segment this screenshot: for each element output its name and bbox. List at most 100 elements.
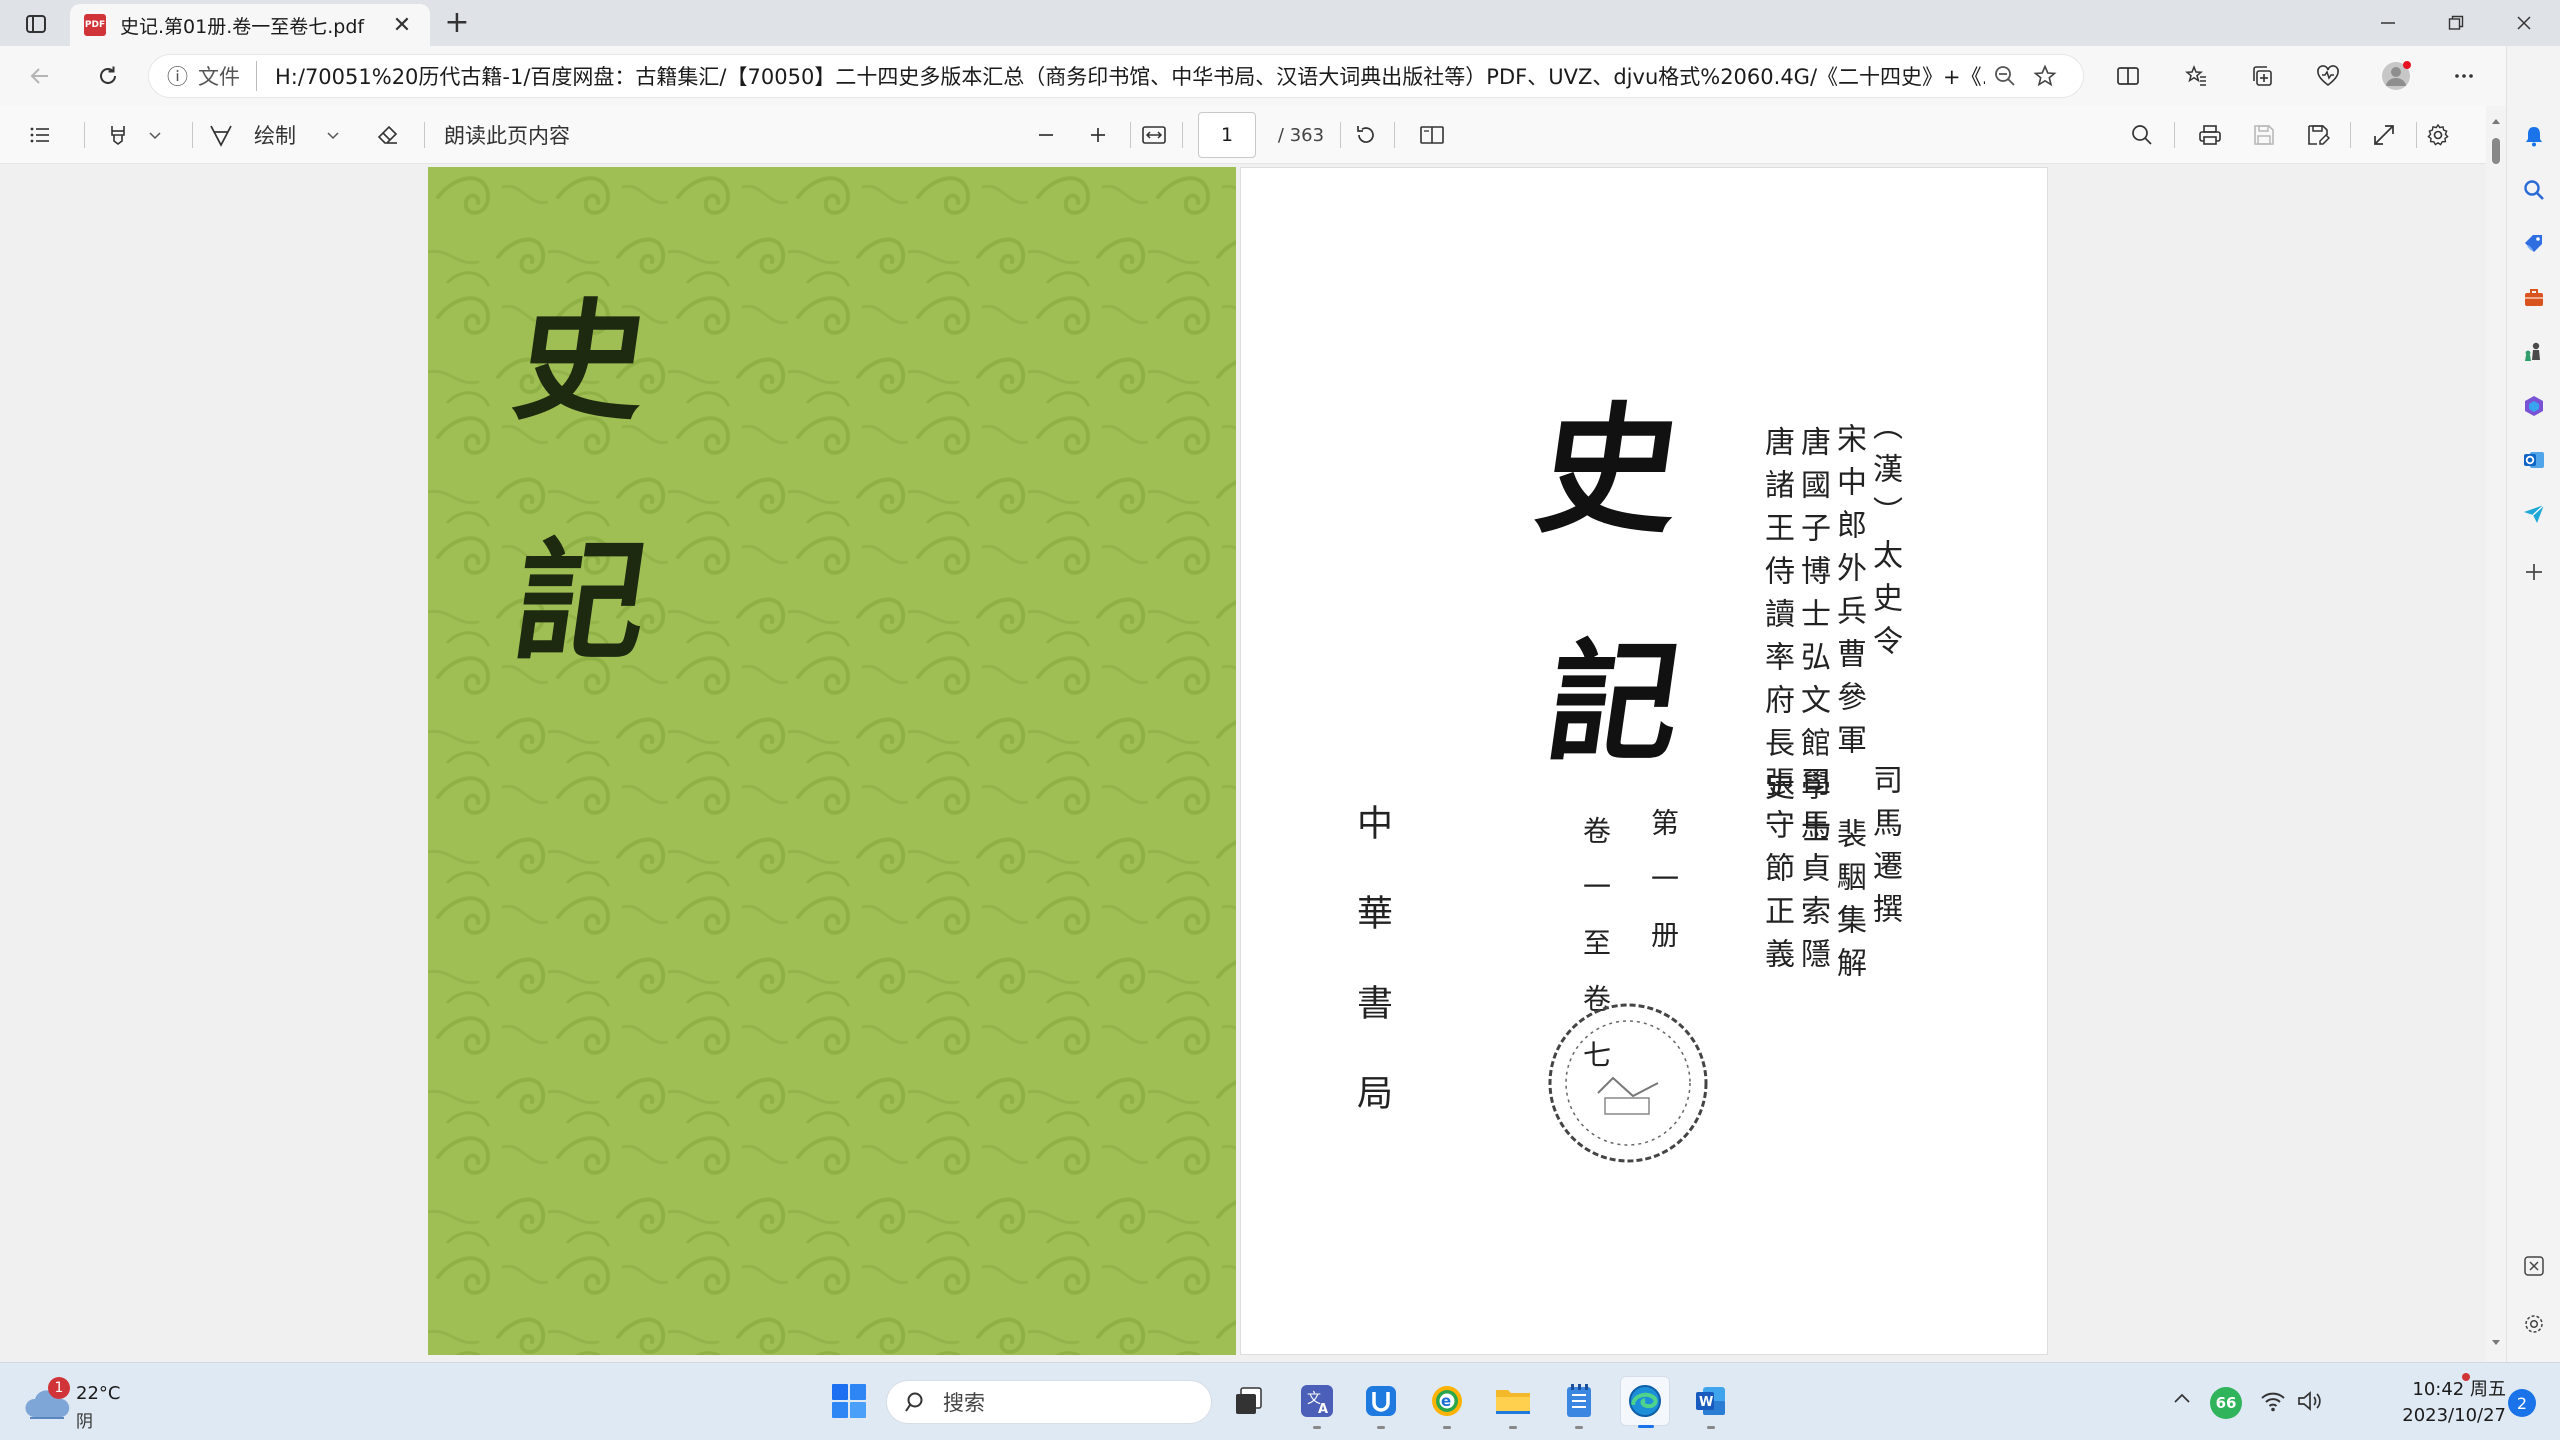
tab-actions-button[interactable] (14, 8, 58, 40)
translator-app-icon: 文A (1301, 1385, 1333, 1417)
send-to-devices-icon[interactable] (2518, 498, 2550, 530)
navigation-bar: ⓘ 文件 H:/70051%20历代古籍-1/百度网盘：古籍集汇/【70050】… (0, 46, 2560, 106)
volume-number: 第一册 (1647, 808, 1680, 976)
rotate-icon[interactable] (1346, 115, 1386, 155)
browser-e-app-icon: e (1432, 1386, 1462, 1416)
games-chess-icon[interactable] (2518, 336, 2550, 368)
taskbar-app-blue-shield[interactable] (1356, 1376, 1406, 1429)
restore-button[interactable] (2422, 0, 2490, 46)
vertical-scrollbar[interactable] (2486, 106, 2506, 1362)
tab-title: 史记.第01册.卷一至卷七.pdf (120, 15, 365, 38)
zoom-out-icon[interactable] (1985, 56, 2025, 96)
title-char-2: 記 (1538, 626, 1691, 779)
weather-widget[interactable]: 1 22°C 阴 (24, 1377, 184, 1432)
search-placeholder: 搜索 (943, 1391, 985, 1415)
title-char-1: 史 (1527, 389, 1691, 553)
split-screen-icon[interactable] (2108, 56, 2148, 96)
notifications-bell-icon[interactable] (2518, 120, 2550, 152)
weather-desc: 阴 (76, 1412, 93, 1432)
pdf-file-icon: PDF (84, 14, 106, 36)
address-url[interactable]: H:/70051%20历代古籍-1/百度网盘：古籍集汇/【70050】二十四史多… (275, 61, 1985, 91)
clock-time: 10:42 周五 (2412, 1379, 2506, 1400)
running-indicator (1377, 1426, 1385, 1429)
fit-width-icon[interactable] (1134, 115, 1174, 155)
taskbar-app-translator[interactable]: 文A (1292, 1376, 1342, 1429)
show-hidden-icons-chevron-icon[interactable] (2172, 1389, 2198, 1415)
task-view-button[interactable] (1224, 1376, 1274, 1426)
close-tab-icon[interactable]: ✕ (388, 13, 416, 38)
browser-essentials-icon[interactable] (2308, 56, 2348, 96)
taskbar-app-edge[interactable] (1620, 1376, 1670, 1428)
favorites-icon[interactable] (2176, 56, 2216, 96)
pdf-viewer[interactable]: 史 記 史 記 （漢）太史令 司馬遷撰 宋中郎外兵曹參軍 裴駰集解 唐國子博士弘… (0, 164, 2486, 1362)
task-view-icon (1236, 1387, 1262, 1414)
windows-taskbar: 1 22°C 阴 搜索 文A e W 66 10:42 周五 2023/10/2… (0, 1362, 2560, 1440)
highlight-icon[interactable] (98, 115, 138, 155)
toolbar-divider (2416, 122, 2417, 148)
fullscreen-icon[interactable] (2364, 115, 2404, 155)
close-window-button[interactable] (2490, 0, 2558, 46)
zoom-out-button[interactable] (1026, 115, 1066, 155)
back-button[interactable] (20, 56, 60, 96)
toolbar-divider (424, 122, 425, 148)
start-button[interactable] (824, 1376, 874, 1426)
highlight-dropdown-chevron-icon[interactable] (140, 115, 170, 155)
page-number-input[interactable]: 1 (1198, 112, 1256, 158)
sidebar-search-icon[interactable] (2518, 174, 2550, 206)
wifi-icon[interactable] (2260, 1389, 2286, 1413)
edge-browser-icon (1629, 1385, 1661, 1417)
address-bar[interactable]: ⓘ 文件 H:/70051%20历代古籍-1/百度网盘：古籍集汇/【70050】… (148, 54, 2084, 98)
notification-center-badge[interactable]: 2 (2508, 1389, 2536, 1417)
clock[interactable]: 10:42 周五 2023/10/27 (2356, 1375, 2506, 1426)
collections-icon[interactable] (2242, 56, 2282, 96)
security-badge[interactable]: 66 (2210, 1387, 2242, 1419)
draw-dropdown-chevron-icon[interactable] (318, 115, 348, 155)
taskbar-search-box[interactable]: 搜索 (886, 1380, 1212, 1424)
shopping-tag-icon[interactable] (2518, 228, 2550, 260)
profile-avatar[interactable] (2376, 56, 2416, 96)
save-icon[interactable] (2244, 115, 2284, 155)
plus-icon (1091, 128, 1105, 142)
more-menu-icon[interactable] (2444, 56, 2484, 96)
refresh-button[interactable] (88, 56, 128, 96)
zoom-in-button[interactable] (1078, 115, 1118, 155)
pdf-toolbar: 绘制 朗读此页内容 1 / 363 (0, 106, 2486, 164)
page-view-icon[interactable] (1412, 115, 1452, 155)
browser-tab[interactable]: PDF 史记.第01册.卷一至卷七.pdf ✕ (70, 4, 430, 46)
volume-icon[interactable] (2296, 1389, 2324, 1413)
scrollbar-thumb[interactable] (2492, 138, 2500, 164)
hide-sidebar-icon[interactable] (2518, 1250, 2550, 1282)
weather-temp: 22°C (76, 1383, 121, 1404)
outlook-icon[interactable] (2518, 444, 2550, 476)
toolbar-divider (1182, 122, 1183, 148)
find-icon[interactable] (2122, 115, 2162, 155)
scroll-down-icon[interactable] (2491, 1338, 2501, 1348)
print-icon[interactable] (2190, 115, 2230, 155)
refresh-icon (100, 66, 116, 84)
microsoft-365-icon[interactable] (2518, 390, 2550, 422)
sidebar-settings-gear-icon[interactable] (2518, 1308, 2550, 1340)
tools-briefcase-icon[interactable] (2518, 282, 2550, 314)
edge-sidebar (2506, 46, 2560, 1362)
taskbar-app-word[interactable]: W (1686, 1376, 1736, 1429)
scroll-up-icon[interactable] (2491, 116, 2501, 126)
read-aloud-button[interactable]: 朗读此页内容 (444, 115, 594, 155)
minimize-button[interactable] (2354, 0, 2422, 46)
active-indicator (1638, 1425, 1654, 1428)
clock-date: 2023/10/27 (2402, 1405, 2506, 1426)
close-icon (2517, 16, 2531, 30)
contents-icon[interactable] (20, 115, 60, 155)
taskbar-app-ie-browser[interactable]: e (1422, 1376, 1472, 1429)
add-sidebar-app-icon[interactable] (2518, 556, 2550, 588)
toolbar-divider (2350, 122, 2351, 148)
favorite-star-icon[interactable] (2025, 56, 2065, 96)
taskbar-app-file-explorer[interactable] (1488, 1376, 1538, 1429)
eraser-icon[interactable] (368, 115, 408, 155)
settings-gear-icon[interactable] (2418, 115, 2458, 155)
minus-icon (1039, 134, 1053, 136)
weather-alert-badge: 1 (48, 1377, 70, 1399)
new-tab-button[interactable]: + (440, 8, 474, 40)
save-as-icon[interactable] (2298, 115, 2338, 155)
site-info-icon[interactable]: ⓘ (167, 61, 188, 91)
taskbar-app-notepad[interactable] (1554, 1376, 1604, 1429)
